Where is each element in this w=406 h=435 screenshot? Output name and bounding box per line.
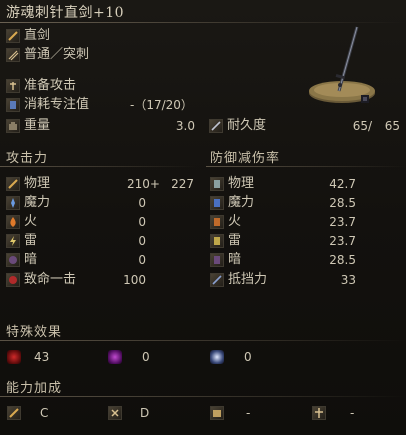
lightning-attack-value: 0 [138, 234, 146, 248]
attack-header-rule [0, 166, 196, 167]
dark-guard-icon [210, 253, 224, 267]
damage-negation-header: 防御减伤率 [210, 151, 281, 166]
fire-guard-icon [210, 215, 224, 229]
physical-attack-bonus: 227 [171, 177, 194, 191]
lightning-guard-label: 雷 [228, 233, 242, 248]
fire-guard-value: 23.7 [329, 215, 356, 229]
durability-current: 65/ [352, 119, 372, 133]
weapon-image [309, 26, 375, 103]
weight-icon [6, 119, 20, 133]
effects-header-rule [0, 340, 406, 341]
dark-attack-value: 0 [138, 253, 146, 267]
magic-attack-icon [6, 196, 20, 210]
physical-guard-value: 42.7 [329, 177, 356, 191]
critical-attack-icon [6, 273, 20, 287]
magic-attack-label: 魔力 [24, 195, 51, 210]
lightning-attack-icon [6, 234, 20, 248]
faith-icon [312, 406, 326, 420]
dark-attack-icon [6, 253, 20, 267]
dexterity-icon [108, 406, 122, 420]
attack-type: 普通／突刺 [24, 47, 90, 62]
strength-icon [7, 406, 21, 420]
weight-label: 重量 [24, 118, 51, 133]
poison-icon [108, 350, 122, 364]
skill-icon [6, 79, 20, 93]
fire-attack-icon [6, 215, 20, 229]
fire-attack-value: 0 [138, 215, 146, 229]
physical-attack-label: 物理 [24, 176, 51, 191]
magic-guard-value: 28.5 [329, 196, 356, 210]
dexterity-scaling: D [140, 406, 150, 420]
magic-guard-label: 魔力 [228, 195, 255, 210]
critical-attack-label: 致命一击 [24, 272, 77, 287]
scaling-header-rule [0, 396, 406, 397]
item-detail-panel: 游魂刺针直剑+10 直剑 普通／突刺 准备攻击 消耗专注值 -（17/20） 重… [0, 0, 406, 435]
durability-label: 耐久度 [227, 118, 267, 133]
dark-attack-label: 暗 [24, 252, 38, 267]
weapon-category: 直剑 [24, 28, 51, 43]
durability-icon [209, 119, 223, 133]
lightning-guard-value: 23.7 [329, 234, 356, 248]
special-effects-header: 特殊效果 [6, 325, 63, 340]
bleed-value: 43 [34, 350, 50, 364]
magic-attack-value: 0 [138, 196, 146, 210]
guard-boost-icon [210, 273, 224, 287]
title-divider [0, 22, 406, 23]
intelligence-scaling: - [246, 406, 251, 420]
lightning-guard-icon [210, 234, 224, 248]
frost-value: 0 [244, 350, 252, 364]
strength-scaling: C [40, 406, 49, 420]
weight-value: 3.0 [175, 119, 195, 133]
critical-attack-value: 100 [123, 273, 146, 287]
skill-name: 准备攻击 [24, 78, 77, 93]
fire-attack-label: 火 [24, 214, 38, 229]
physical-attack-icon [6, 177, 20, 191]
dark-guard-label: 暗 [228, 252, 242, 267]
bleed-icon [7, 350, 21, 364]
fp-cost-value: -（17/20） [130, 98, 193, 112]
dark-guard-value: 28.5 [329, 253, 356, 267]
physical-attack-base: 210+ [127, 177, 160, 191]
weapon-category-icon [6, 29, 20, 43]
fire-guard-label: 火 [228, 214, 242, 229]
poison-value: 0 [142, 350, 150, 364]
lightning-attack-label: 雷 [24, 233, 38, 248]
magic-guard-icon [210, 196, 224, 210]
attack-power-header: 攻击力 [6, 151, 49, 166]
weapon-title: 游魂刺针直剑+10 [6, 5, 125, 21]
guard-header-rule [206, 166, 406, 167]
frost-icon [210, 350, 224, 364]
attack-type-icon [6, 48, 20, 62]
physical-guard-icon [210, 177, 224, 191]
guard-boost-label: 抵挡力 [228, 272, 268, 287]
guard-boost-value: 33 [340, 273, 356, 287]
attribute-scaling-header: 能力加成 [6, 381, 63, 396]
durability-max: 65 [384, 119, 400, 133]
intelligence-icon [210, 406, 224, 420]
fp-cost-icon [6, 98, 20, 112]
physical-guard-label: 物理 [228, 176, 255, 191]
faith-scaling: - [350, 406, 355, 420]
fp-cost-label: 消耗专注值 [24, 97, 90, 112]
